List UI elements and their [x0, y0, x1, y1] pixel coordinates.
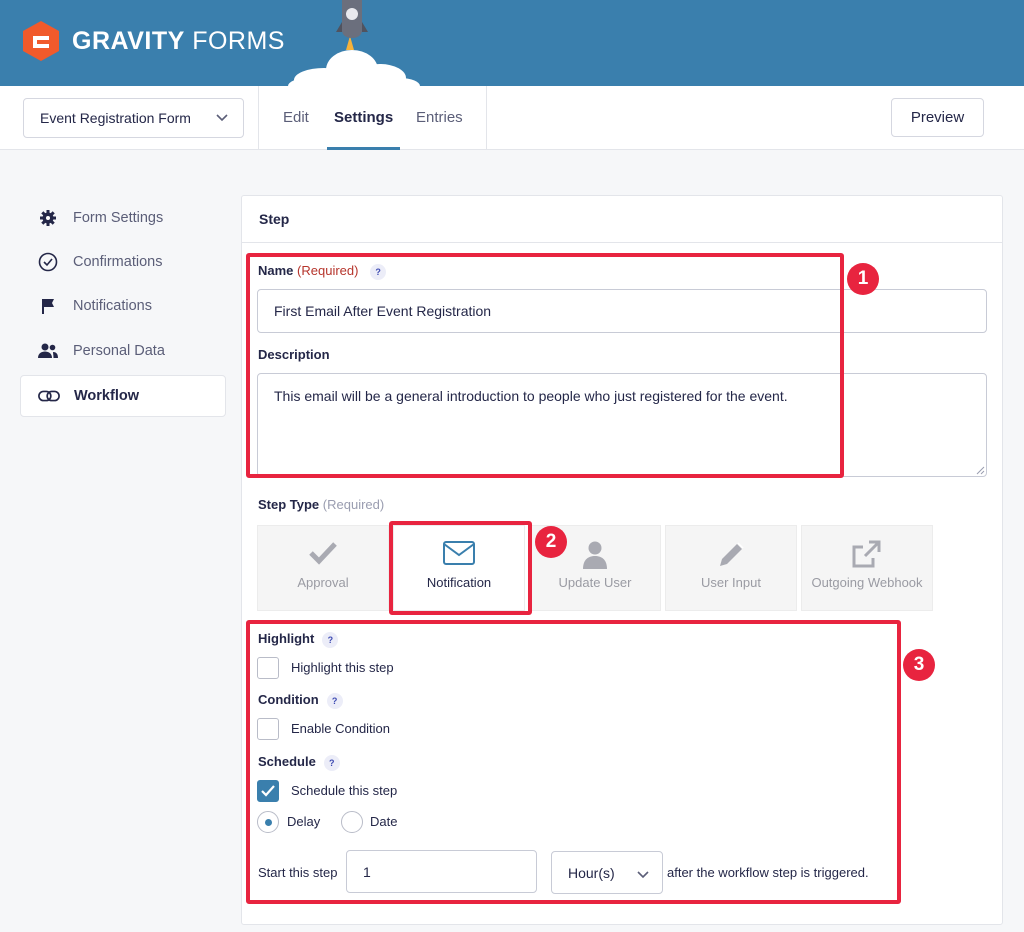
- step-type-label: Approval: [297, 575, 349, 590]
- sidebar-item-label: Confirmations: [73, 254, 163, 270]
- sidebar-item-label: Notifications: [73, 298, 152, 314]
- sidebar-item-form-settings[interactable]: Form Settings: [20, 197, 226, 239]
- check-icon: [309, 542, 337, 565]
- people-icon: [37, 340, 59, 362]
- gravity-forms-logo[interactable]: GRAVITY FORMS: [20, 20, 285, 62]
- pencil-icon: [720, 542, 744, 566]
- step-type-label: Step Type (Required): [258, 497, 385, 512]
- resize-handle-icon[interactable]: [976, 466, 985, 475]
- form-toolbar: Event Registration Form Edit Settings En…: [0, 86, 1024, 150]
- form-selector-value: Event Registration Form: [40, 110, 191, 126]
- annotation-box-2: [389, 521, 532, 615]
- sidebar-item-notifications[interactable]: Notifications: [20, 285, 226, 327]
- sidebar-item-workflow[interactable]: Workflow: [20, 375, 226, 417]
- form-selector-dropdown[interactable]: Event Registration Form: [23, 98, 244, 138]
- link-icon: [38, 385, 60, 407]
- step-type-label: User Input: [701, 575, 761, 590]
- required-marker: (Required): [322, 497, 385, 512]
- step-type-user-input[interactable]: User Input: [665, 525, 797, 611]
- tab-edit[interactable]: Edit: [283, 86, 309, 150]
- check-circle-icon: [37, 251, 59, 273]
- panel-title: Step: [242, 196, 1002, 243]
- sidebar-item-label: Personal Data: [73, 343, 165, 359]
- app-header: GRAVITY FORMS: [0, 0, 1024, 86]
- annotation-box-3: [246, 620, 901, 904]
- annotation-badge-3: 3: [903, 649, 935, 681]
- sidebar-item-personal-data[interactable]: Personal Data: [20, 330, 226, 372]
- user-icon: [583, 541, 607, 569]
- flag-icon: [37, 295, 59, 317]
- sidebar-item-label: Form Settings: [73, 210, 164, 226]
- preview-button[interactable]: Preview: [891, 98, 984, 137]
- gravity-forms-hex-icon: [23, 21, 59, 61]
- toolbar-divider: [486, 86, 487, 150]
- sidebar-item-confirmations[interactable]: Confirmations: [20, 241, 226, 283]
- rocket-illustration: [288, 0, 420, 86]
- brand-name: GRAVITY FORMS: [72, 26, 285, 55]
- annotation-badge-2: 2: [535, 526, 567, 558]
- annotation-badge-1: 1: [847, 263, 879, 295]
- step-type-outgoing-webhook[interactable]: Outgoing Webhook: [801, 525, 933, 611]
- step-type-label: Outgoing Webhook: [811, 575, 923, 590]
- chevron-down-icon: [216, 114, 228, 122]
- tab-entries[interactable]: Entries: [416, 86, 463, 150]
- step-type-label: Update User: [558, 575, 632, 590]
- external-link-icon: [852, 540, 881, 568]
- toolbar-divider: [258, 86, 259, 150]
- gear-icon: [37, 207, 59, 229]
- tab-settings[interactable]: Settings: [327, 86, 401, 150]
- annotation-box-1: [246, 253, 844, 478]
- step-type-approval[interactable]: Approval: [257, 525, 389, 611]
- sidebar-item-label: Workflow: [74, 388, 139, 404]
